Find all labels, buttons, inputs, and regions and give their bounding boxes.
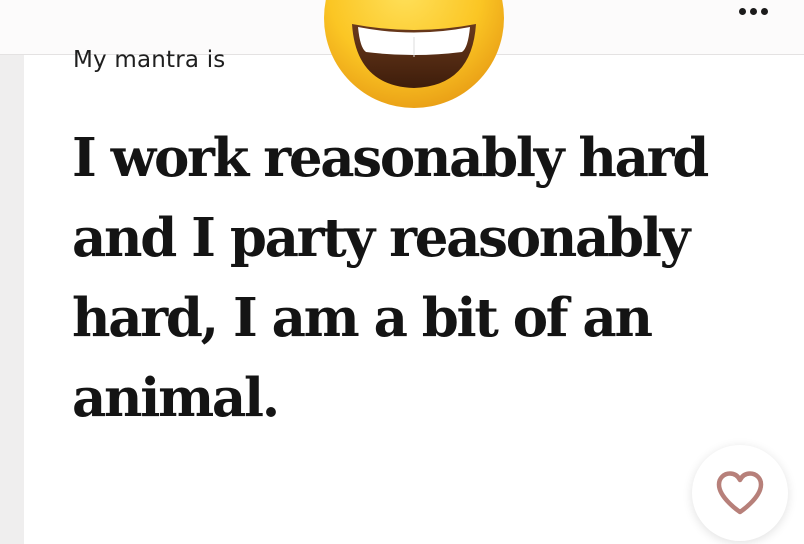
grinning-emoji-icon [324, 0, 504, 108]
more-options-button[interactable] [732, 2, 774, 20]
prompt-answer: I work reasonably hard and I party reaso… [72, 127, 709, 429]
dot [738, 7, 746, 15]
dot [760, 7, 768, 15]
prompt-label: My mantra is [73, 47, 226, 73]
dot [749, 7, 757, 15]
like-button[interactable] [692, 445, 788, 541]
heart-outline-icon [716, 471, 764, 515]
